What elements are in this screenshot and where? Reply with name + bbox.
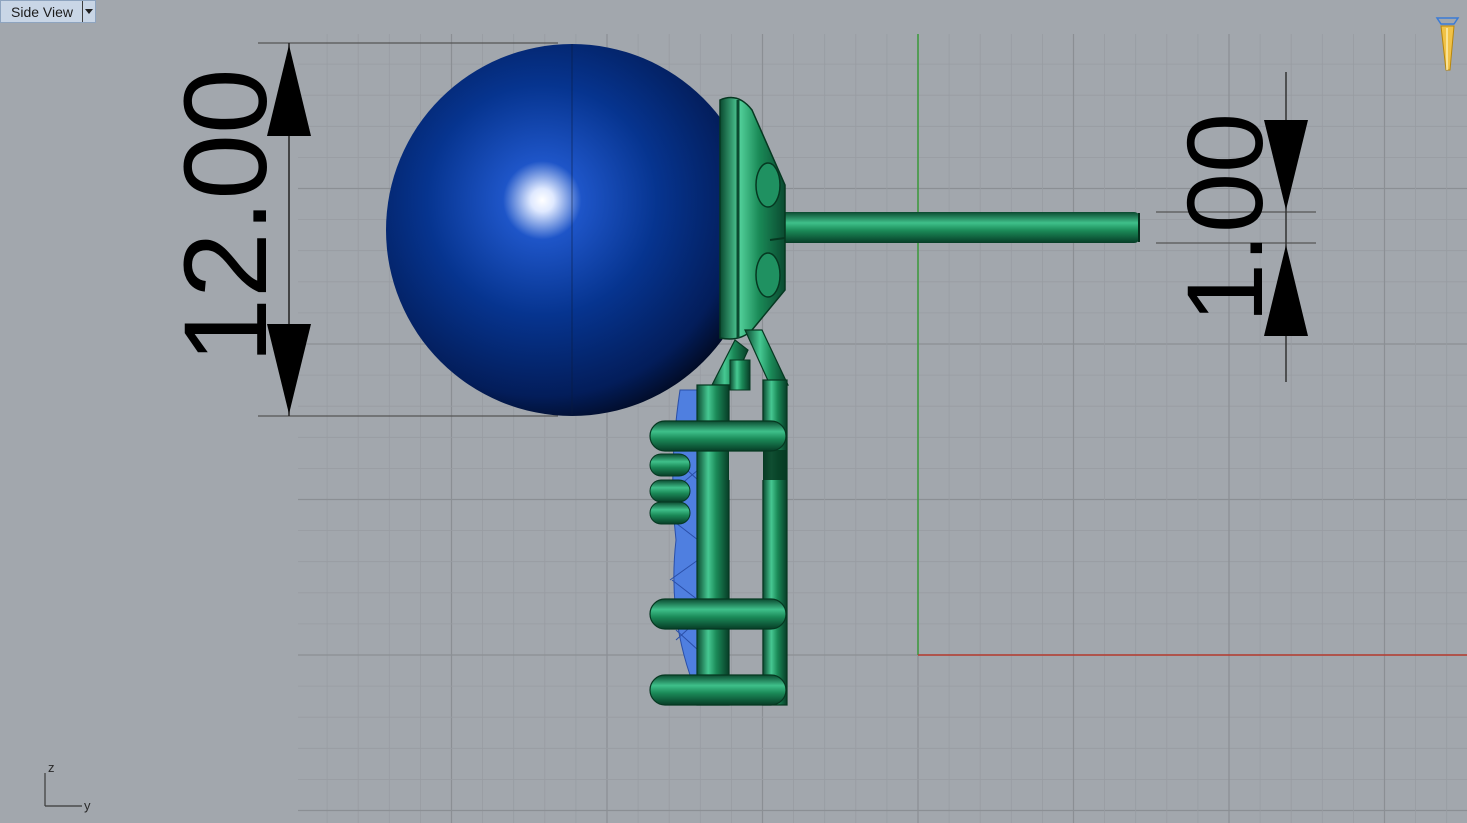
dimension-12mm[interactable]: 12.00 — [160, 43, 311, 416]
dimension-12-label: 12.00 — [160, 68, 292, 363]
axis-triad: z y — [44, 760, 91, 813]
gem-widget-icon[interactable] — [1435, 17, 1460, 71]
pearl-sphere[interactable] — [386, 44, 758, 416]
dimension-1mm[interactable]: 1.00 — [1156, 72, 1316, 382]
dimension-1-label: 1.00 — [1164, 113, 1285, 323]
pearl-cup[interactable] — [719, 96, 786, 340]
axis-y-label: y — [84, 798, 91, 813]
viewport-canvas[interactable]: 12.00 1.00 z y — [0, 0, 1467, 823]
earring-post[interactable] — [780, 212, 1140, 243]
axis-z-label: z — [48, 760, 55, 775]
